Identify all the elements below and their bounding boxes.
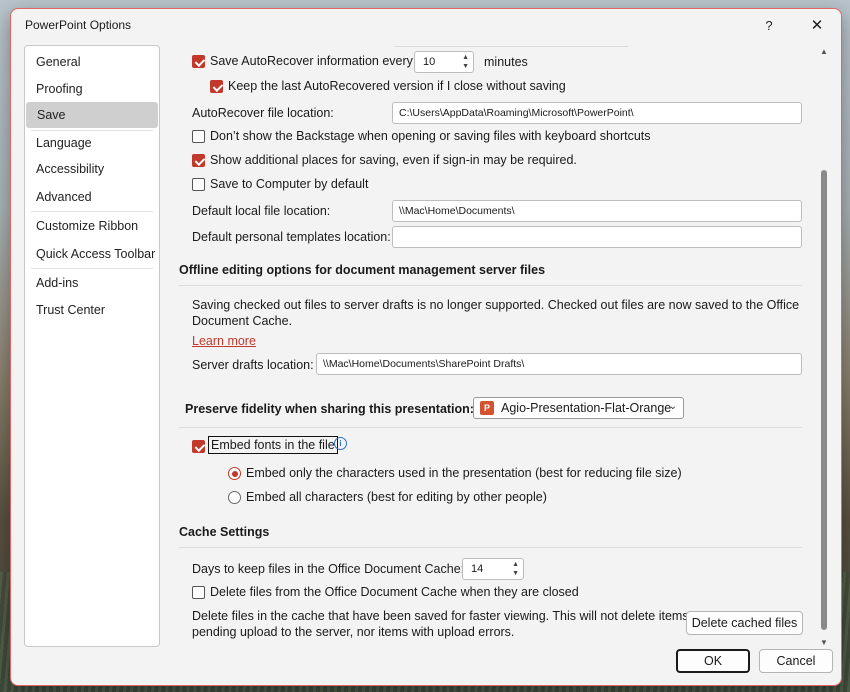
save-autorecover-checkbox[interactable] (192, 55, 205, 68)
delete-info-line2: pending upload to the server, nor items … (192, 625, 515, 639)
scroll-down-icon[interactable]: ▼ (819, 638, 829, 647)
dont-show-backstage-checkbox[interactable] (192, 130, 205, 143)
title-bar: PowerPoint Options ? ✕ (11, 9, 841, 41)
default-templates-location-label: Default personal templates location: (192, 230, 391, 244)
powerpoint-options-dialog: PowerPoint Options ? ✕ General Proofing … (10, 8, 842, 686)
sidebar-item-add-ins[interactable]: Add-ins (25, 270, 159, 296)
content-scrollbar[interactable]: ▲ ▼ (819, 45, 829, 647)
info-icon[interactable]: i (332, 436, 347, 450)
sidebar-item-quick-access-toolbar[interactable]: Quick Access Toolbar (25, 241, 159, 267)
sidebar-item-save[interactable]: Save (26, 102, 158, 128)
days-to-keep-label: Days to keep files in the Office Documen… (192, 562, 465, 576)
sidebar-item-language[interactable]: Language (25, 130, 159, 156)
autorecover-location-label: AutoRecover file location: (192, 106, 334, 120)
server-drafts-location-input[interactable]: \\Mac\Home\Documents\SharePoint Drafts\ (316, 353, 802, 375)
autorecover-location-input[interactable]: C:\Users\AppData\Roaming\Microsoft\Power… (392, 102, 802, 124)
keep-last-version-checkbox[interactable] (210, 80, 223, 93)
sidebar-item-advanced[interactable]: Advanced (25, 184, 159, 210)
delete-cached-files-button[interactable]: Delete cached files (686, 611, 803, 635)
options-sidebar: General Proofing Save Language Accessibi… (24, 45, 160, 647)
section-divider (179, 547, 802, 548)
section-divider (179, 285, 802, 286)
dialog-title: PowerPoint Options (25, 18, 132, 32)
sidebar-item-trust-center[interactable]: Trust Center (25, 297, 159, 323)
save-options-panel: Save AutoRecover information every 10 ▲ ▼… (166, 45, 836, 645)
embed-only-used-label: Embed only the characters used in the pr… (246, 466, 682, 480)
sidebar-item-proofing[interactable]: Proofing (25, 76, 159, 102)
chevron-down-icon: ⌄ (668, 401, 677, 412)
sidebar-divider (31, 211, 153, 212)
sidebar-item-accessibility[interactable]: Accessibility (25, 156, 159, 182)
server-drafts-location-label: Server drafts location: (192, 358, 314, 372)
save-autorecover-label: Save AutoRecover information every (210, 54, 413, 68)
offline-notice-line2: Document Cache. (192, 314, 293, 328)
default-templates-location-input[interactable] (392, 226, 802, 248)
save-to-computer-checkbox[interactable] (192, 178, 205, 191)
offline-editing-heading: Offline editing options for document man… (179, 263, 546, 277)
embed-only-used-radio[interactable] (228, 467, 241, 480)
delete-when-closed-checkbox[interactable] (192, 586, 205, 599)
top-divider (394, 46, 628, 47)
days-to-keep-value: 14 (471, 563, 484, 575)
stepper-arrows-icon[interactable]: ▲ ▼ (512, 560, 519, 578)
stepper-arrows-icon[interactable]: ▲ ▼ (462, 53, 469, 71)
keep-last-version-label: Keep the last AutoRecovered version if I… (228, 79, 566, 93)
sidebar-item-general[interactable]: General (25, 49, 159, 75)
save-to-computer-label: Save to Computer by default (210, 177, 369, 191)
embed-fonts-checkbox[interactable] (192, 440, 205, 453)
show-additional-places-label: Show additional places for saving, even … (210, 153, 577, 167)
section-divider (179, 427, 802, 428)
presentation-select[interactable]: P Agio-Presentation-Flat-Orange ⌄ (473, 397, 684, 419)
offline-notice-line1: Saving checked out files to server draft… (192, 298, 800, 312)
scroll-up-icon[interactable]: ▲ (819, 47, 829, 56)
powerpoint-file-icon: P (480, 401, 494, 415)
embed-all-characters-label: Embed all characters (best for editing b… (246, 490, 547, 504)
dont-show-backstage-label: Don’t show the Backstage when opening or… (210, 129, 651, 143)
autorecover-minutes-stepper[interactable]: 10 ▲ ▼ (414, 51, 474, 73)
autorecover-minutes-value: 10 (423, 56, 436, 68)
default-local-location-input[interactable]: \\Mac\Home\Documents\ (392, 200, 802, 222)
cache-settings-heading: Cache Settings (179, 525, 270, 539)
delete-when-closed-label: Delete files from the Office Document Ca… (210, 585, 579, 599)
close-icon[interactable]: ✕ (801, 13, 833, 37)
ok-button[interactable]: OK (676, 649, 750, 673)
presentation-select-value: Agio-Presentation-Flat-Orange (501, 401, 672, 415)
preserve-fidelity-heading: Preserve fidelity when sharing this pres… (185, 402, 474, 416)
show-additional-places-checkbox[interactable] (192, 154, 205, 167)
cancel-button[interactable]: Cancel (759, 649, 833, 673)
delete-info-line1: Delete files in the cache that have been… (192, 609, 689, 623)
embed-fonts-label: Embed fonts in the file (208, 436, 338, 454)
sidebar-divider (31, 268, 153, 269)
scrollbar-thumb[interactable] (821, 170, 827, 630)
sidebar-item-customize-ribbon[interactable]: Customize Ribbon (25, 213, 159, 239)
days-to-keep-stepper[interactable]: 14 ▲ ▼ (462, 558, 524, 580)
help-button[interactable]: ? (753, 13, 785, 37)
learn-more-link[interactable]: Learn more (192, 334, 256, 348)
default-local-location-label: Default local file location: (192, 204, 331, 218)
minutes-label: minutes (484, 55, 528, 69)
embed-all-characters-radio[interactable] (228, 491, 241, 504)
